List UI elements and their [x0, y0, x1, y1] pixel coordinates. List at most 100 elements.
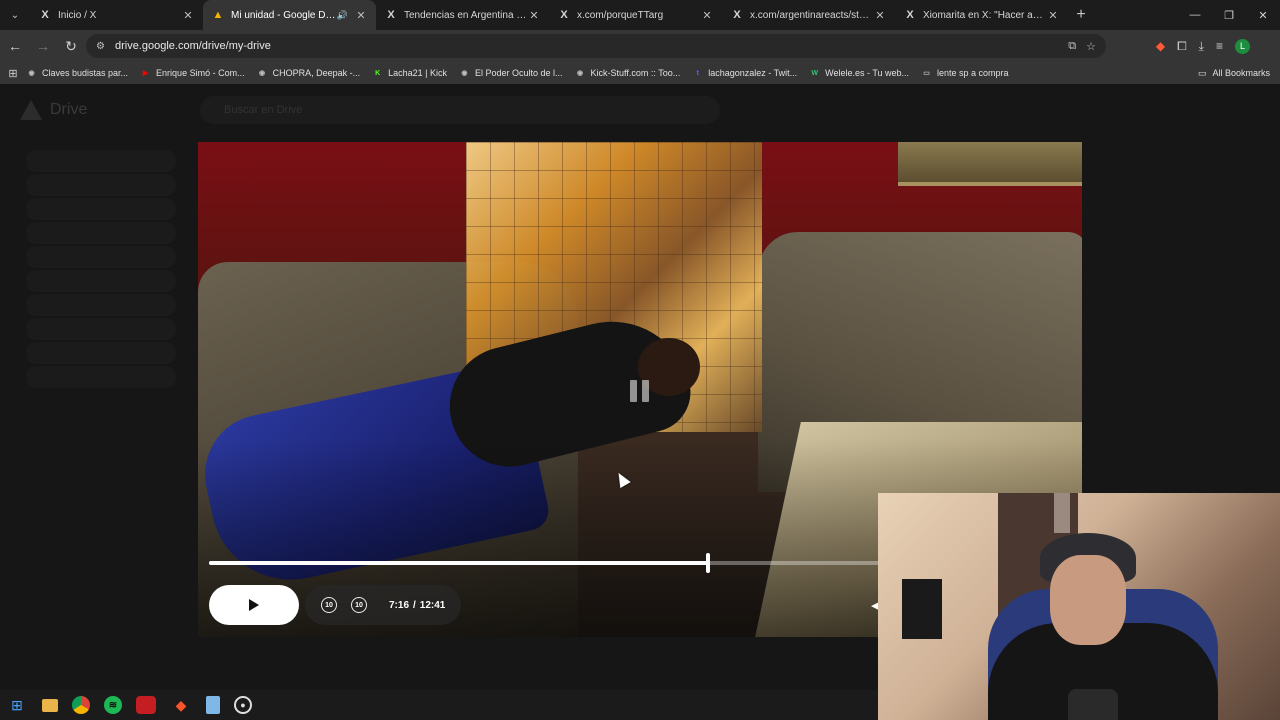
- browser-tab[interactable]: X Tendencias en Argentina en X: ✕: [376, 0, 549, 30]
- tab-close-icon[interactable]: ✕: [873, 9, 887, 22]
- extensions-puzzle-icon[interactable]: ⧠: [1177, 39, 1187, 54]
- bookmark-favicon-icon: K: [375, 69, 381, 77]
- apps-grid-icon[interactable]: ⊞: [0, 67, 26, 80]
- drive-logo-text: Drive: [50, 101, 88, 118]
- bookmark-label: Claves budistas par...: [42, 68, 129, 78]
- x-logo-icon: X: [41, 9, 49, 21]
- download-icon[interactable]: ⤓: [1199, 39, 1204, 54]
- forward-icon[interactable]: →: [30, 33, 56, 59]
- site-info-icon[interactable]: ⚙: [96, 41, 105, 52]
- tab-title: Mi unidad - Google Drive: [231, 9, 337, 21]
- play-button[interactable]: [209, 585, 299, 625]
- bookmark-item[interactable]: t lachagonzalez - Twit...: [692, 68, 798, 79]
- tab-search-icon[interactable]: ⌄: [0, 0, 30, 30]
- tab-close-icon[interactable]: ✕: [354, 9, 368, 22]
- play-icon: [249, 599, 259, 611]
- minimize-icon[interactable]: —: [1178, 0, 1212, 30]
- tab-close-icon[interactable]: ✕: [527, 9, 541, 22]
- browser-tab[interactable]: X Inicio / X ✕: [30, 0, 203, 30]
- folder-icon: ▭: [1197, 67, 1207, 78]
- windows-taskbar: ⊞ ≋ ◆ ●: [0, 690, 878, 720]
- browser-tab[interactable]: Xx.com/argentinareacts/status/1 ✕: [722, 0, 895, 30]
- window-controls: — ❐ ✕: [1178, 0, 1280, 30]
- browser-tab[interactable]: X Xiomarita en X: "Hacer asado c✕: [895, 0, 1068, 30]
- bookmark-favicon-icon: ◉: [461, 70, 468, 77]
- forward-10-icon[interactable]: 10: [351, 597, 367, 613]
- back-icon[interactable]: ←: [2, 33, 28, 59]
- bookmark-favicon-icon: t: [696, 69, 699, 77]
- file-explorer-icon[interactable]: [42, 698, 58, 712]
- restore-icon[interactable]: ❐: [1212, 0, 1246, 30]
- time-separator: /: [413, 599, 416, 611]
- drive-logo-icon: [20, 100, 42, 120]
- tab-close-icon[interactable]: ✕: [700, 9, 714, 22]
- x-logo-icon: X: [733, 9, 741, 21]
- tab-title: x.com/porqueTTarg: [577, 9, 664, 21]
- brave-icon[interactable]: ◆: [170, 694, 192, 716]
- drive-sidebar: [26, 150, 176, 390]
- tab-audio-icon[interactable]: 🔊: [337, 10, 348, 21]
- bookmark-label: lente sp a compra: [937, 68, 1009, 78]
- bookmark-label: Enrique Simó - Com...: [156, 68, 245, 78]
- browser-tab[interactable]: Xx.com/porqueTTarg ✕: [549, 0, 722, 30]
- bookmark-label: El Poder Oculto de l...: [474, 68, 563, 78]
- bookmark-favicon-icon: ◉: [576, 70, 584, 77]
- pause-indicator-icon: [630, 380, 652, 402]
- chrome-icon[interactable]: [72, 696, 90, 714]
- bookmark-label: Lacha21 | Kick: [388, 68, 447, 78]
- install-app-icon[interactable]: ⧉: [1068, 40, 1076, 53]
- bookmark-label: Kick-Stuff.com :: Too...: [590, 68, 681, 78]
- red-app-icon[interactable]: [136, 696, 156, 714]
- progress-scrubber[interactable]: [705, 553, 710, 573]
- close-window-icon[interactable]: ✕: [1246, 0, 1280, 30]
- bookmark-favicon-icon: ▭: [923, 70, 930, 77]
- media-control-icon[interactable]: ≡: [1216, 39, 1223, 53]
- bookmark-item[interactable]: ◉ CHOPRA, Deepak -...: [257, 68, 361, 79]
- bookmark-label: Welele.es - Tu web...: [825, 68, 909, 78]
- address-url: drive.google.com/drive/my-drive: [114, 40, 271, 52]
- bookmark-item[interactable]: W Welele.es - Tu web...: [809, 68, 909, 79]
- player-controls-pill: 10 10 7:16 / 12:41: [305, 585, 462, 625]
- windows-start-icon[interactable]: ⊞: [6, 694, 28, 716]
- extension-icon[interactable]: ◆: [1156, 39, 1165, 53]
- bookmark-label: CHOPRA, Deepak -...: [272, 68, 361, 78]
- bookmark-item[interactable]: ◉ El Poder Oculto de l...: [459, 68, 563, 79]
- notepad-icon[interactable]: [206, 696, 220, 714]
- bookmark-star-icon[interactable]: ☆: [1086, 40, 1096, 53]
- progress-fill: [209, 561, 708, 565]
- bookmark-favicon-icon: ◉: [28, 70, 35, 77]
- tab-close-icon[interactable]: ✕: [1046, 9, 1060, 22]
- obs-icon[interactable]: ●: [234, 696, 252, 714]
- bookmark-item[interactable]: ▶ Enrique Simó - Com...: [140, 68, 245, 79]
- x-logo-icon: X: [906, 9, 914, 21]
- bookmark-item[interactable]: ◉ Claves budistas par...: [26, 68, 128, 79]
- spotify-icon[interactable]: ≋: [104, 696, 122, 714]
- duration: 12:41: [419, 599, 446, 611]
- webcam-overlay: [878, 493, 1280, 720]
- browser-tabstrip: ⌄ X Inicio / X ✕ ▲ Mi unidad - Google Drive 🔊…: [0, 0, 1280, 30]
- bookmark-favicon-icon: ◉: [259, 70, 266, 77]
- bookmark-item[interactable]: ▭ lente sp a compra: [921, 68, 1009, 79]
- bookmark-favicon-icon: W: [811, 69, 818, 77]
- bookmark-item[interactable]: K Lacha21 | Kick: [372, 68, 447, 79]
- time-display: 7:16 / 12:41: [389, 600, 445, 611]
- tab-close-icon[interactable]: ✕: [181, 9, 195, 22]
- drive-logo: Drive: [20, 100, 87, 120]
- profile-avatar[interactable]: L: [1235, 38, 1250, 54]
- bookmark-item[interactable]: ◉ Kick-Stuff.com :: Too...: [575, 68, 681, 79]
- player-controls: 10 10 7:16 / 12:41: [209, 585, 462, 625]
- bookmark-favicon-icon: ▶: [142, 70, 149, 77]
- all-bookmarks-label: All Bookmarks: [1212, 68, 1270, 78]
- tab-title: x.com/argentinareacts/status/1: [750, 9, 873, 21]
- google-drive-icon: ▲: [212, 9, 224, 21]
- all-bookmarks-button[interactable]: ▭ All Bookmarks: [1198, 62, 1270, 84]
- bookmark-label: lachagonzalez - Twit...: [708, 68, 798, 78]
- x-logo-icon: X: [387, 9, 395, 21]
- reload-icon[interactable]: ↻: [58, 33, 84, 59]
- tab-title: Inicio / X: [58, 9, 97, 21]
- browser-toolbar: ← → ↻ ⚙ drive.google.com/drive/my-drive …: [0, 30, 1280, 62]
- rewind-10-icon[interactable]: 10: [321, 597, 337, 613]
- new-tab-button[interactable]: +: [1068, 6, 1094, 24]
- address-bar[interactable]: ⚙ drive.google.com/drive/my-drive ⧉ ☆: [86, 34, 1106, 58]
- browser-tab[interactable]: ▲ Mi unidad - Google Drive 🔊 ✕: [203, 0, 376, 30]
